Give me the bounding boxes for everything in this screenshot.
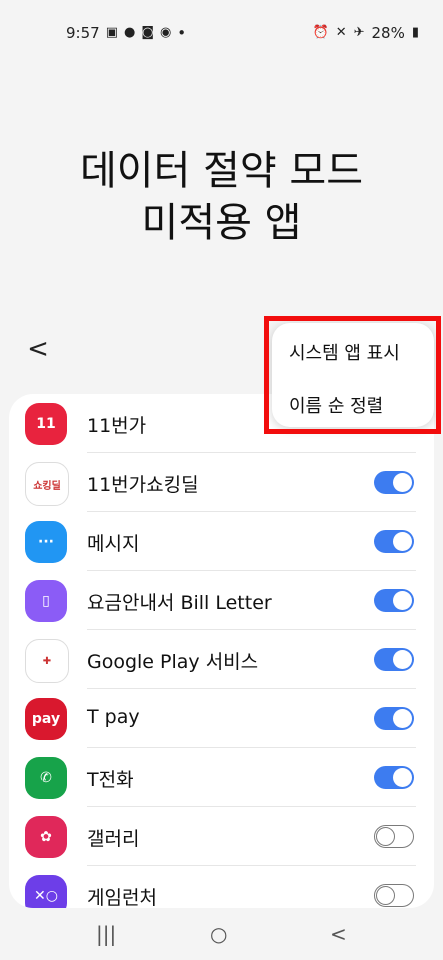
status-bar: 9:57 ▣ ● ◙ ◉ • ⏰ ✕ ✈ 28% ▮ xyxy=(0,0,443,60)
battery-percent: 28% xyxy=(371,24,405,42)
toggle-knob xyxy=(393,532,412,551)
toggle-switch[interactable] xyxy=(374,707,414,730)
page-title-line1: 데이터 절약 모드 xyxy=(79,148,364,194)
tv-icon: ◙ xyxy=(141,25,154,40)
message-icon: ··· xyxy=(25,521,67,563)
toggle-switch[interactable] xyxy=(374,825,414,848)
list-item[interactable]: ✕○ 게임런처 xyxy=(9,866,434,908)
toggle-knob xyxy=(393,473,412,492)
back-button[interactable]: < xyxy=(22,333,54,365)
game-launcher-icon: ✕○ xyxy=(25,875,67,908)
page-title: 데이터 절약 모드 미적용 앱 xyxy=(0,145,443,249)
airplane-icon: ✈ xyxy=(353,25,365,40)
notification-dot: • xyxy=(177,24,187,42)
highlight-box xyxy=(264,316,441,434)
app-label: T pay xyxy=(87,706,140,728)
navigation-bar: ||| ○ < xyxy=(0,908,443,960)
home-button[interactable]: ○ xyxy=(210,922,227,946)
tphone-icon: ✆ xyxy=(25,757,67,799)
list-item[interactable]: ▯ 요금안내서 Bill Letter xyxy=(9,571,434,630)
app-label: 요금안내서 Bill Letter xyxy=(87,592,272,614)
app-label: 갤러리 xyxy=(87,828,140,850)
talk-icon: ● xyxy=(123,25,136,40)
toggle-knob xyxy=(393,650,412,669)
toggle-knob xyxy=(393,591,412,610)
clock: 9:57 xyxy=(66,24,100,42)
toggle-knob xyxy=(376,827,395,846)
toggle-switch[interactable] xyxy=(374,766,414,789)
chevron-left-icon: < xyxy=(27,334,49,364)
list-item[interactable]: 쇼킹딜 11번가쇼킹딜 xyxy=(9,453,434,512)
list-item[interactable]: ✚ Google Play 서비스 xyxy=(9,630,434,689)
toggle-switch[interactable] xyxy=(374,530,414,553)
status-right: ⏰ ✕ ✈ 28% ▮ xyxy=(313,24,420,42)
tpay-icon: pay xyxy=(25,698,67,740)
toggle-switch[interactable] xyxy=(374,884,414,907)
toggle-knob xyxy=(393,768,412,787)
gallery-app-icon: ✿ xyxy=(25,816,67,858)
list-item[interactable]: ✿ 갤러리 xyxy=(9,807,434,866)
list-item[interactable]: pay T pay xyxy=(9,689,434,748)
shocking-deal-icon: 쇼킹딜 xyxy=(25,462,69,506)
app-label: Google Play 서비스 xyxy=(87,651,259,673)
app-label: 게임런처 xyxy=(87,887,157,908)
page-title-line2: 미적용 앱 xyxy=(141,200,302,246)
toggle-knob xyxy=(376,886,395,905)
list-item[interactable]: ··· 메시지 xyxy=(9,512,434,571)
alarm-icon: ⏰ xyxy=(312,25,329,40)
toggle-knob xyxy=(393,709,412,728)
google-play-services-icon: ✚ xyxy=(25,639,69,683)
battery-icon: ▮ xyxy=(411,25,419,40)
11st-icon: 11 xyxy=(25,403,67,445)
status-left: 9:57 ▣ ● ◙ ◉ • xyxy=(66,24,186,42)
list-item[interactable]: ✆ T전화 xyxy=(9,748,434,807)
app-label: 11번가쇼킹딜 xyxy=(87,474,199,496)
toggle-switch[interactable] xyxy=(374,471,414,494)
app-list: 11 11번가 쇼킹딜 11번가쇼킹딜 ··· 메시지 ▯ 요금안내서 Bill Letter… xyxy=(9,394,434,908)
bill-letter-icon: ▯ xyxy=(25,580,67,622)
location-icon: ◉ xyxy=(159,25,172,40)
toggle-switch[interactable] xyxy=(374,648,414,671)
app-label: T전화 xyxy=(87,769,134,791)
gallery-icon: ▣ xyxy=(105,25,118,40)
mute-icon: ✕ xyxy=(335,25,347,40)
app-label: 11번가 xyxy=(87,415,147,437)
recent-apps-button[interactable]: ||| xyxy=(96,922,116,946)
back-nav-button[interactable]: < xyxy=(330,922,347,946)
toggle-switch[interactable] xyxy=(374,589,414,612)
app-label: 메시지 xyxy=(87,533,140,555)
